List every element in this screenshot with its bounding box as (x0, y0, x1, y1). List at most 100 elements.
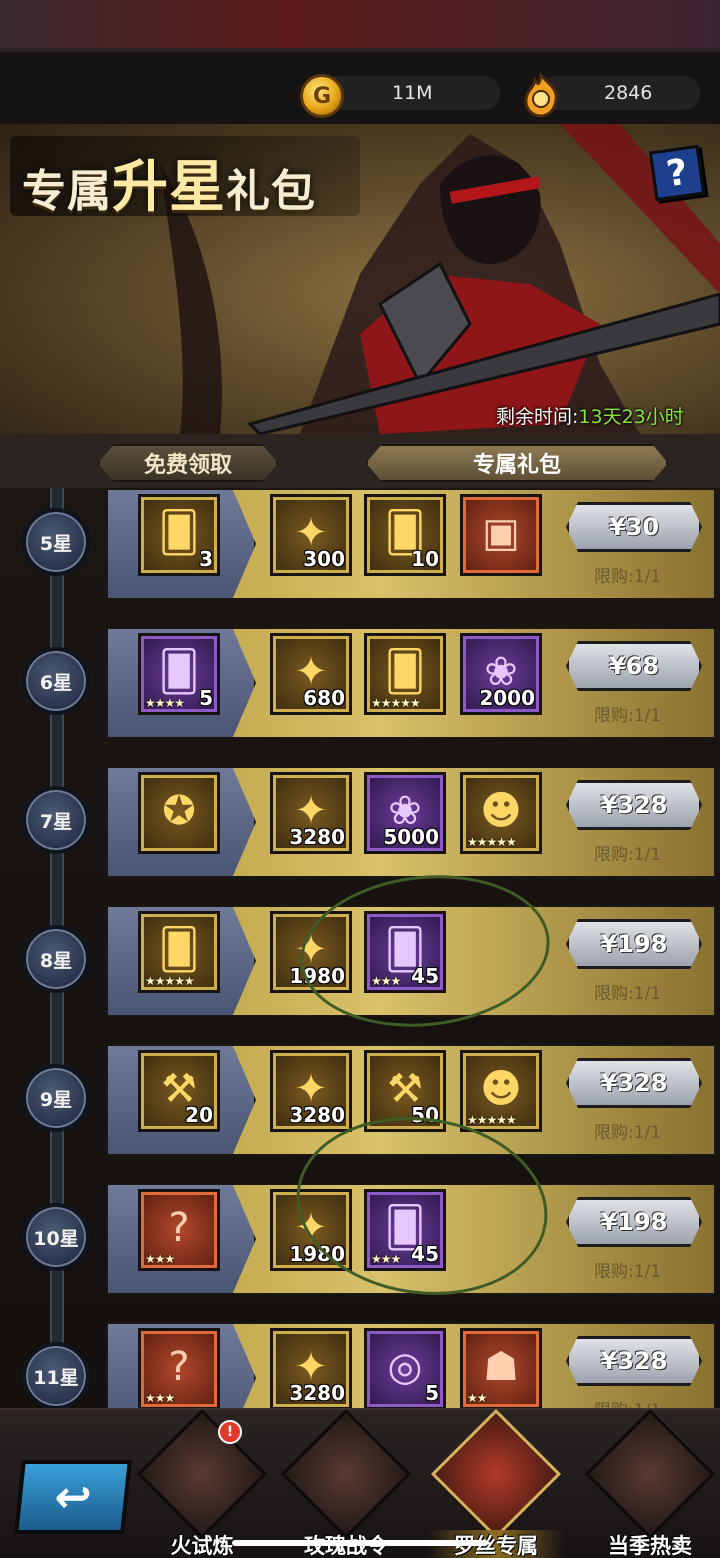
nav-rose-pass[interactable]: 玫瑰战令 (278, 1408, 414, 1558)
reward-item[interactable]: 🂠 45 ★★★ (364, 1189, 446, 1271)
reward-item[interactable]: ❀ 5000 (364, 772, 446, 854)
tab-exclusive-pack[interactable]: 专属礼包 (366, 444, 668, 482)
star-level-badge: 11星 (22, 1342, 90, 1408)
item-count: 5 (199, 686, 213, 710)
item-stars: ★★★★★ (145, 974, 195, 988)
reward-item[interactable]: ✦ 3280 (270, 1328, 352, 1408)
back-button[interactable]: ↩ (14, 1460, 132, 1534)
purchase-limit: 限购:1/1 (594, 845, 662, 865)
rose-exclusive-icon (430, 1408, 562, 1540)
reward-item[interactable]: ✦ 1980 (270, 1189, 352, 1271)
reward-item[interactable]: ? ★★★ (138, 1328, 220, 1408)
reward-item[interactable]: ☗ ★★ (460, 1328, 542, 1408)
nav-rose-exclusive[interactable]: 罗丝专属 (428, 1408, 564, 1558)
pack-row: 9星 ⚒ 20 ✦ 3280 ⚒ 50 ☻ ★★★★★ ¥328 限购:1/1 (0, 1044, 720, 1172)
price-button[interactable]: ¥328 (566, 780, 702, 830)
pack-row: 6星 🂠 5 ★★★★ ✦ 680 🂠 ★★★★★ ❀ 2000 ¥68 限购:1/1 (0, 627, 720, 755)
item-count: 3 (199, 547, 213, 571)
gold-coin-icon: G (300, 74, 344, 118)
item-stars: ★★★★★ (467, 1113, 517, 1127)
star-level-badge: 10星 (22, 1203, 90, 1271)
screen: G 11M 2846 专属升星礼包 剩余时间:13天23小时 ? 免费领取 专属… (0, 0, 720, 1558)
hero-portrait-icon: ☻ (480, 1066, 522, 1112)
item-count: 1980 (289, 1242, 345, 1266)
item-stars: ★★★ (371, 974, 401, 988)
fire-trial-icon (136, 1408, 268, 1540)
mystery-chest-icon: ? (168, 1344, 190, 1390)
price-button[interactable]: ¥328 (566, 1336, 702, 1386)
timer-value: 13天23小时 (578, 406, 684, 428)
pack-row: 7星 ✪ ✦ 3280 ❀ 5000 ☻ ★★★★★ ¥328 限购:1/1 (0, 766, 720, 894)
pack-row: 5星 🂠 3 ✦ 300 🂠 10 ▣ ¥30 限购:1/1 (0, 488, 720, 616)
reward-item[interactable]: ☻ ★★★★★ (460, 772, 542, 854)
price-button[interactable]: ¥198 (566, 1197, 702, 1247)
reward-item[interactable]: 🂠 3 (138, 494, 220, 576)
title-part-3: 礼包 (226, 166, 316, 217)
hooded-figure-icon: ☗ (483, 1344, 519, 1390)
item-count: 10 (411, 547, 439, 571)
reward-item[interactable]: ✦ 680 (270, 633, 352, 715)
flame-essence-icon (524, 72, 558, 118)
reward-item[interactable]: 🂠 ★★★★★ (138, 911, 220, 993)
reward-item[interactable]: 🂠 45 ★★★ (364, 911, 446, 993)
hero-card-icon: 🂠 (384, 649, 426, 695)
gold-currency[interactable]: G 11M (300, 74, 500, 118)
price-button[interactable]: ¥328 (566, 1058, 702, 1108)
reward-item[interactable]: ✦ 3280 (270, 1050, 352, 1132)
reward-item[interactable]: ❀ 2000 (460, 633, 542, 715)
tab-free-claim[interactable]: 免费领取 (98, 444, 278, 482)
reward-item[interactable]: ⚒ 50 (364, 1050, 446, 1132)
item-count: 3280 (289, 1381, 345, 1405)
pack-row: 10星? ★★★ ✦ 1980 🂠 45 ★★★ ¥198 限购:1/1 (0, 1183, 720, 1311)
reward-item[interactable]: ✦ 300 (270, 494, 352, 576)
reward-item[interactable]: ✦ 1980 (270, 911, 352, 993)
essence-value: 2846 (604, 82, 653, 104)
star-pack-list[interactable]: 5星 🂠 3 ✦ 300 🂠 10 ▣ ¥30 限购:1/1 6星 🂠 5 ★★★★ ✦ 680 🂠 ★★★★★ ❀… (0, 488, 720, 1408)
reward-item[interactable]: ✪ (138, 772, 220, 854)
item-stars: ★★ (467, 1391, 487, 1405)
reward-item[interactable]: 🂠 5 ★★★★ (138, 633, 220, 715)
essence-currency[interactable]: 2846 (518, 72, 700, 118)
item-count: 680 (303, 686, 345, 710)
price-button[interactable]: ¥198 (566, 919, 702, 969)
star-level-badge: 5星 (22, 508, 90, 576)
reward-item[interactable]: 🂠 ★★★★★ (364, 633, 446, 715)
reward-item[interactable]: ▣ (460, 494, 542, 576)
title-part-1: 专属 (22, 166, 112, 217)
reward-item[interactable]: ? ★★★ (138, 1189, 220, 1271)
item-count: 5 (425, 1381, 439, 1405)
item-count: 20 (185, 1103, 213, 1127)
reward-item[interactable]: ✦ 3280 (270, 772, 352, 854)
price-button[interactable]: ¥30 (566, 502, 702, 552)
item-count: 3280 (289, 1103, 345, 1127)
item-count: 3280 (289, 825, 345, 849)
reward-item[interactable]: ⚒ 20 (138, 1050, 220, 1132)
nav-fire-trial[interactable]: 火试炼 (134, 1408, 270, 1558)
item-stars: ★★★ (145, 1391, 175, 1405)
alert-badge: ! (218, 1420, 242, 1444)
remaining-time: 剩余时间:13天23小时 (496, 402, 684, 429)
treasure-chest-icon: ▣ (482, 510, 520, 556)
star-level-badge: 9星 (22, 1064, 90, 1132)
home-indicator[interactable] (232, 1540, 488, 1546)
item-count: 5000 (383, 825, 439, 849)
item-stars: ★★★ (371, 1252, 401, 1266)
purchase-limit: 限购:1/1 (594, 1123, 662, 1143)
mystery-chest-icon: ? (168, 1205, 190, 1251)
nav-label: 当季热卖 (608, 1534, 692, 1558)
season-sale-icon (584, 1408, 716, 1540)
rose-pass-icon (280, 1408, 412, 1540)
nav-season-sale[interactable]: 当季热卖 (582, 1408, 718, 1558)
reward-item[interactable]: ☻ ★★★★★ (460, 1050, 542, 1132)
item-stars: ★★★★★ (371, 696, 421, 710)
item-count: 1980 (289, 964, 345, 988)
item-count: 2000 (479, 686, 535, 710)
tab-bar: 免费领取 专属礼包 (0, 434, 720, 488)
gold-value: 11M (392, 82, 433, 104)
star-level-badge: 6星 (22, 647, 90, 715)
reward-item[interactable]: ◎ 5 (364, 1328, 446, 1408)
reward-item[interactable]: 🂠 10 (364, 494, 446, 576)
price-button[interactable]: ¥68 (566, 641, 702, 691)
amulet-icon: ✪ (162, 788, 196, 834)
help-button[interactable]: ? (648, 144, 706, 202)
